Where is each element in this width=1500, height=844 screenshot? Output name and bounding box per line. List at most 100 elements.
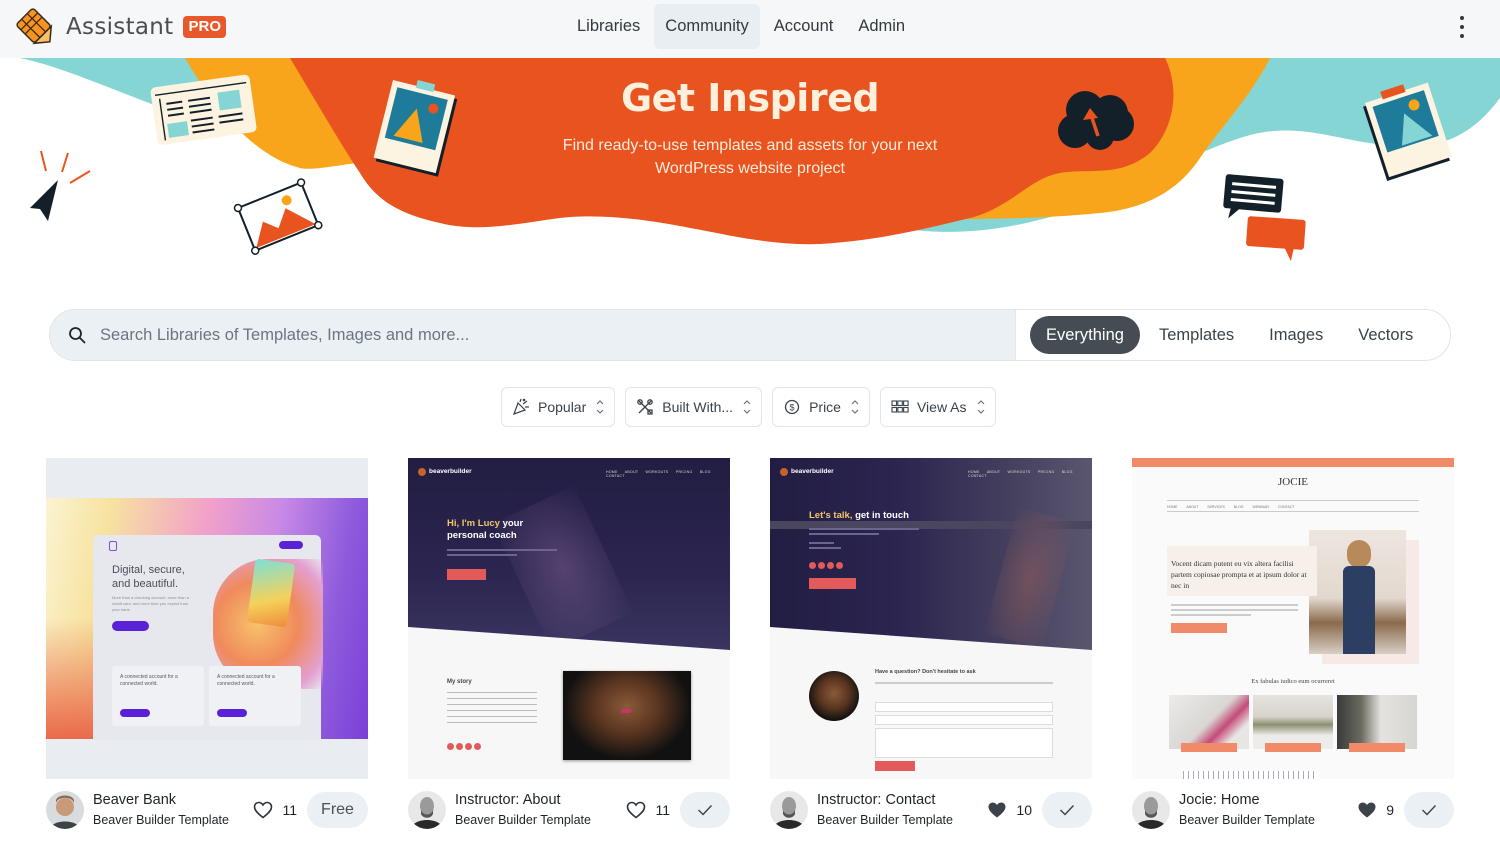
- pro-badge: PRO: [183, 16, 226, 38]
- view-as-select[interactable]: View As: [879, 387, 996, 427]
- mock-photo-body: [1343, 566, 1375, 654]
- sort-popular-select[interactable]: Popular: [501, 387, 616, 427]
- brand[interactable]: Assistant PRO: [14, 7, 226, 47]
- checkmark-icon: [1060, 805, 1075, 816]
- mock-text-line: [1171, 604, 1298, 606]
- template-card: beaverbuilder HOME ABOUT WORKOUTS PRICIN…: [408, 458, 730, 829]
- banner-subtitle: Find ready-to-use templates and assets f…: [562, 137, 938, 177]
- mock-headline: Let's talk, get in touch: [809, 510, 959, 521]
- card-subtitle: Beaver Builder Template: [93, 813, 229, 827]
- top-nav-bar: Assistant PRO Libraries Community Accoun…: [0, 0, 1500, 58]
- template-thumbnail[interactable]: beaverbuilder HOME ABOUT WORKOUTS PRICIN…: [408, 458, 730, 779]
- search-input[interactable]: [100, 325, 800, 345]
- main-nav: Libraries Community Account Admin: [566, 4, 919, 49]
- template-thumbnail[interactable]: Digital, secure, and beautiful. More tha…: [46, 458, 368, 779]
- mock-button: [1171, 623, 1227, 633]
- card-title[interactable]: Instructor: Contact: [817, 791, 987, 809]
- tab-templates[interactable]: Templates: [1143, 316, 1250, 354]
- mock-photo-overlay: [492, 485, 634, 650]
- installed-check-button[interactable]: [680, 792, 730, 828]
- mock-nav: HOME ABOUT SERVICES BLOG WEBINAR CONTACT: [1167, 505, 1295, 509]
- mock-photo: [563, 671, 691, 760]
- hero-banner: Get Inspired Find ready-to-use templates…: [0, 58, 1500, 298]
- tab-vectors[interactable]: Vectors: [1342, 316, 1429, 354]
- tab-images[interactable]: Images: [1253, 316, 1339, 354]
- tab-everything[interactable]: Everything: [1030, 316, 1140, 354]
- filter-label: Popular: [538, 399, 587, 415]
- mock-button: [1265, 743, 1321, 752]
- mock-button: [1181, 743, 1237, 752]
- image-frame-icon: [233, 178, 323, 255]
- mock-button: [809, 578, 856, 589]
- mock-button: [1349, 743, 1405, 752]
- heart-filled-icon: [988, 802, 1006, 818]
- mock-hero-dark: [770, 458, 1092, 650]
- template-thumbnail[interactable]: JOCIE HOME ABOUT SERVICES BLOG WEBINAR C…: [1132, 458, 1454, 779]
- card-title[interactable]: Instructor: About: [455, 791, 626, 809]
- price-select[interactable]: $ Price: [772, 387, 870, 427]
- avatar[interactable]: [1132, 791, 1170, 829]
- app-name: Assistant: [66, 14, 174, 40]
- mock-text-line: [809, 533, 879, 535]
- card-title[interactable]: Beaver Bank: [93, 791, 253, 809]
- card-subtitle: Beaver Builder Template: [455, 813, 591, 827]
- like-button[interactable]: 11: [253, 801, 297, 819]
- cursor-click-icon: [30, 150, 91, 221]
- mock-logo: [109, 541, 117, 551]
- mock-box: A connected account for a connected worl…: [112, 666, 204, 726]
- mock-text-line: [809, 547, 841, 549]
- search-field: [50, 310, 1015, 360]
- like-count: 10: [1016, 802, 1032, 818]
- avatar[interactable]: [770, 791, 808, 829]
- nav-admin[interactable]: Admin: [847, 4, 916, 49]
- svg-text:$: $: [790, 402, 795, 412]
- installed-check-button[interactable]: [1042, 792, 1092, 828]
- mock-divider: [1167, 500, 1419, 501]
- chevron-updown-icon: [851, 400, 859, 414]
- mock-hero-box: Vocent dicam putent eu vix altera facili…: [1167, 546, 1317, 596]
- pencil-grid-logo-icon: [16, 8, 53, 45]
- mock-footer-strip: [1183, 771, 1318, 779]
- mock-gallery-image: [1253, 695, 1333, 749]
- avatar[interactable]: [408, 791, 446, 829]
- price-badge[interactable]: Free: [307, 792, 368, 828]
- like-button[interactable]: 10: [987, 801, 1032, 819]
- avatar[interactable]: [46, 791, 84, 829]
- mock-gallery-image: [1337, 695, 1417, 749]
- checkmark-icon: [698, 805, 713, 816]
- mock-nav: HOME ABOUT WORKOUTS PRICING BLOG CONTACT: [606, 470, 711, 478]
- checkmark-icon: [1422, 805, 1437, 816]
- like-button[interactable]: 9: [1357, 801, 1394, 819]
- mock-text-line: [447, 549, 557, 551]
- mock-gallery-image: [1169, 695, 1249, 749]
- mock-photo-hair: [1347, 540, 1371, 568]
- chevron-updown-icon: [743, 400, 751, 414]
- installed-check-button[interactable]: [1404, 792, 1454, 828]
- kebab-menu-icon[interactable]: [1456, 16, 1468, 38]
- template-card: JOCIE HOME ABOUT SERVICES BLOG WEBINAR C…: [1132, 458, 1454, 829]
- nav-libraries[interactable]: Libraries: [566, 4, 651, 49]
- template-thumbnail[interactable]: beaverbuilder HOME ABOUT WORKOUTS PRICIN…: [770, 458, 1092, 779]
- tools-icon: [637, 399, 654, 415]
- grid-view-icon: [891, 400, 909, 413]
- heart-outline-icon: [254, 801, 273, 819]
- mock-button: [447, 569, 486, 580]
- heart-filled-icon: [1358, 802, 1376, 818]
- card-title[interactable]: Jocie: Home: [1179, 791, 1357, 809]
- mock-round-photo: [809, 671, 859, 721]
- nav-community[interactable]: Community: [654, 4, 760, 49]
- mock-lips: [621, 709, 631, 713]
- nav-account[interactable]: Account: [763, 4, 845, 49]
- mock-text-line: [1171, 614, 1251, 616]
- mock-photo: [1309, 530, 1406, 654]
- card-meta: Beaver Bank Beaver Builder Template 11 F…: [46, 788, 368, 832]
- filter-label: Built With...: [662, 399, 734, 415]
- search-icon: [69, 327, 86, 344]
- mock-input: [875, 715, 1053, 725]
- template-card: beaverbuilder HOME ABOUT WORKOUTS PRICIN…: [770, 458, 1092, 829]
- like-button[interactable]: 11: [626, 801, 670, 819]
- mock-headline-rest: get in touch: [852, 510, 909, 521]
- chat-bubbles-icon: [1223, 174, 1306, 262]
- dollar-coin-icon: $: [784, 399, 800, 415]
- built-with-select[interactable]: Built With...: [625, 387, 763, 427]
